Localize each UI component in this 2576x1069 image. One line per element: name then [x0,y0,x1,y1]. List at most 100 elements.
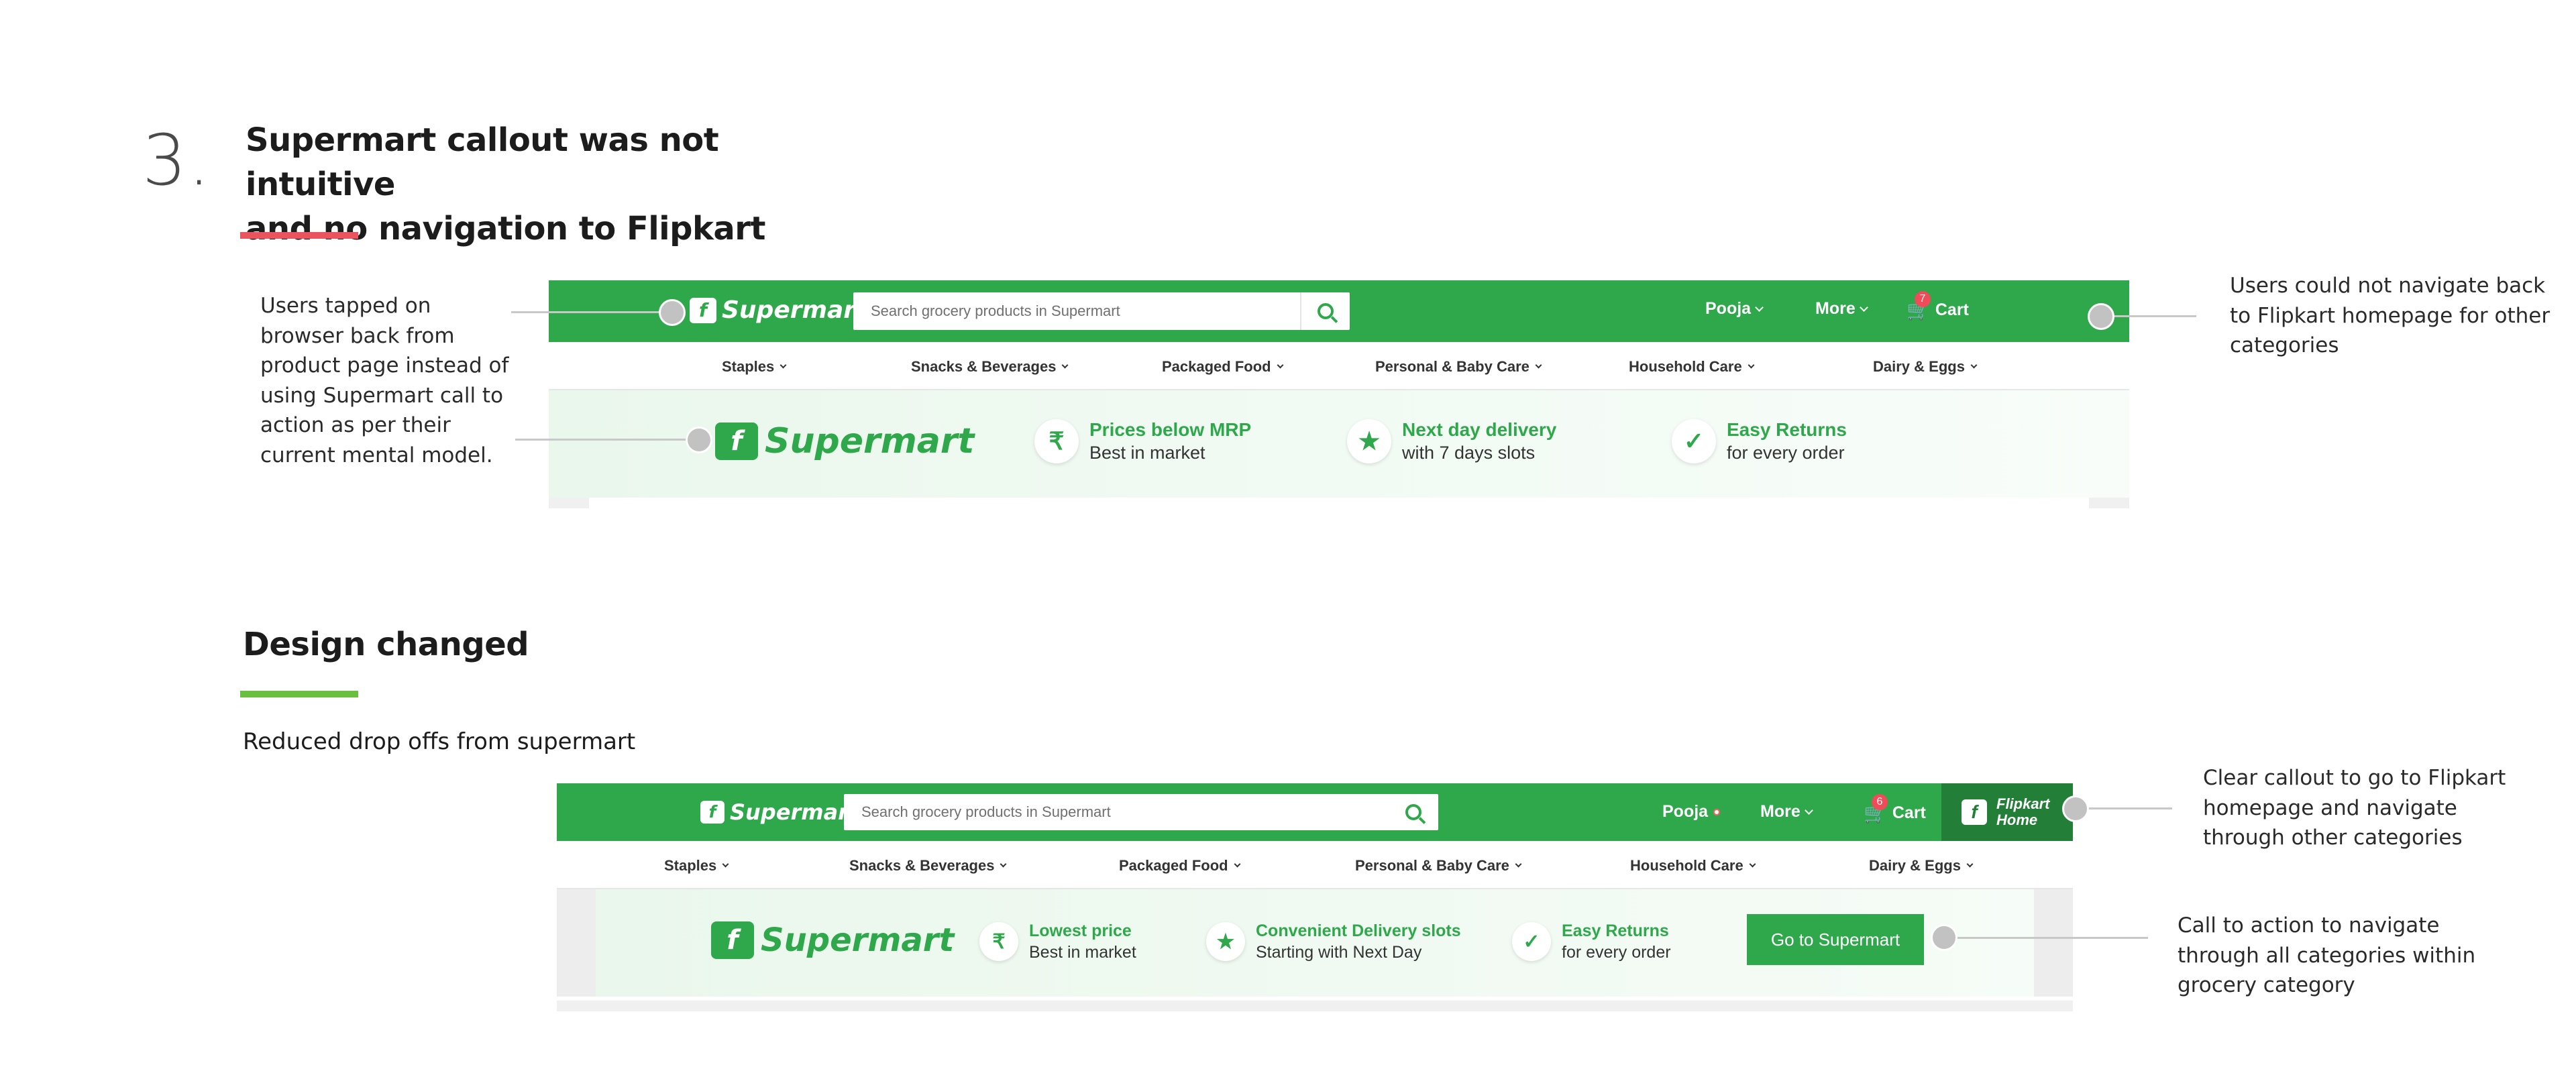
supermart-logo-text: Supermart [722,296,867,324]
search-bar[interactable]: Search grocery products in Supermart [844,794,1438,830]
chevron-down-icon [780,361,787,369]
feature-delivery: ★ Next day delivery with 7 days slots [1347,418,1556,464]
category-label: Packaged Food [1119,857,1228,874]
green-underline [240,691,358,697]
category-packaged-food[interactable]: Packaged Food [1119,857,1241,875]
banner-edge-right [2034,889,2073,997]
feature-title: Lowest price [1029,921,1132,940]
flipkart-icon: f [1962,799,1987,825]
search-input[interactable]: Search grocery products in Supermart [853,302,1300,320]
callout-line [2112,315,2196,317]
old-design-screenshot: f Supermart Search grocery products in S… [549,280,2129,508]
screenshot-footer [549,498,2129,508]
chevron-down-icon [1000,860,1007,868]
more-label: More [1760,802,1801,821]
feature-sub: Starting with Next Day [1256,943,1422,962]
category-dairy-eggs[interactable]: Dairy & Eggs [1873,358,1978,376]
note-flipkart-callout: Clear callout to go to Flipkart homepage… [2203,766,2506,850]
chevron-down-icon [1234,860,1241,868]
banner-edge-left [557,889,596,997]
category-bar: Staples Snacks & Beverages Packaged Food… [557,841,2073,889]
banner-logo-text: Supermart [765,421,975,461]
cart-icon: 🛒 7 [1907,291,1931,321]
feature-title: Prices below MRP [1089,419,1252,440]
feature-returns: ✓ Easy Returns for every order [1672,418,1847,464]
category-label: Dairy & Eggs [1869,857,1961,874]
category-personal-care[interactable]: Personal & Baby Care [1375,358,1542,376]
category-label: Staples [664,857,717,874]
callout-line [515,439,698,441]
cart-label: Cart [1935,300,1969,319]
cart-icon: 🛒 6 [1864,794,1888,824]
header-bar: f Supermart Search grocery products in S… [557,783,2073,841]
callout-dot [659,299,686,326]
cart-label: Cart [1892,803,1926,822]
category-dairy-eggs[interactable]: Dairy & Eggs [1869,857,1974,875]
category-label: Snacks & Beverages [911,358,1057,375]
chevron-down-icon [1748,361,1755,369]
cart-count-badge: 6 [1872,794,1888,810]
category-personal-care[interactable]: Personal & Baby Care [1355,857,1522,875]
user-menu[interactable]: Pooja [1705,299,1764,319]
feature-title: Easy Returns [1727,419,1847,440]
category-label: Dairy & Eggs [1873,358,1965,375]
feature-sub: Best in market [1089,443,1205,463]
supermart-logo[interactable]: f Supermart [700,799,859,825]
chevron-down-icon [1535,361,1542,369]
more-menu[interactable]: More [1815,299,1868,319]
category-label: Packaged Food [1162,358,1271,375]
feature-sub: with 7 days slots [1402,443,1536,463]
callout-line [511,311,672,313]
cart-count-badge: 7 [1915,291,1931,307]
flipkart-home-button[interactable]: f Flipkart Home [1941,783,2073,841]
callout-dot [686,427,712,453]
search-button[interactable] [1300,292,1350,330]
chevron-down-icon [1966,860,1974,868]
note-cta: Call to action to navigate through all c… [2178,913,2476,997]
cart-button[interactable]: 🛒 7 Cart [1907,291,1969,321]
feature-sub: Best in market [1029,943,1136,962]
callout-dot [2088,303,2114,330]
shield-check-icon: ✓ [1512,922,1551,961]
category-packaged-food[interactable]: Packaged Food [1162,358,1284,376]
supermart-bag-icon: f [690,297,716,323]
chevron-down-icon [722,860,729,868]
category-staples[interactable]: Staples [664,857,729,875]
go-to-supermart-button[interactable]: Go to Supermart [1747,914,1924,965]
feature-prices: ₹ Prices below MRP Best in market [1034,418,1251,464]
search-button[interactable] [1389,794,1438,830]
search-input[interactable]: Search grocery products in Supermart [844,803,1389,821]
supermart-logo[interactable]: f Supermart [690,296,867,324]
category-snacks[interactable]: Snacks & Beverages [911,358,1069,376]
user-menu[interactable]: Pooja [1662,802,1721,822]
section1-title: Supermart callout was not intuitive and … [246,118,849,251]
shield-check-icon: ✓ [1672,419,1716,463]
star-icon: ★ [1206,922,1245,961]
cart-button[interactable]: 🛒 6 Cart [1864,794,1926,824]
category-label: Personal & Baby Care [1355,857,1509,874]
more-label: More [1815,299,1856,318]
header-bar: f Supermart Search grocery products in S… [549,280,2129,342]
chevron-down-icon [1804,805,1813,815]
category-household-care[interactable]: Household Care [1629,358,1755,376]
chevron-down-icon [1970,361,1978,369]
supermart-bag-icon: f [711,921,754,959]
more-menu[interactable]: More [1760,802,1813,822]
chevron-down-icon [1859,302,1868,312]
chevron-down-icon [1515,860,1522,868]
search-bar[interactable]: Search grocery products in Supermart [853,292,1350,330]
chevron-down-icon [1749,860,1756,868]
search-icon [1318,303,1334,319]
supermart-bag-icon: f [715,423,758,460]
category-household-care[interactable]: Household Care [1630,857,1756,875]
banner-logo: f Supermart [711,921,954,959]
category-snacks[interactable]: Snacks & Beverages [849,857,1007,875]
new-design-screenshot: f Supermart Search grocery products in S… [557,783,2073,1011]
rupee-icon: ₹ [979,922,1018,961]
category-staples[interactable]: Staples [722,358,787,376]
feature-title: Next day delivery [1402,419,1557,440]
rupee-icon: ₹ [1034,419,1079,463]
callout-dot [2062,795,2089,822]
section1-title-line2: and no navigation to Flipkart [246,210,765,247]
category-label: Household Care [1630,857,1743,874]
